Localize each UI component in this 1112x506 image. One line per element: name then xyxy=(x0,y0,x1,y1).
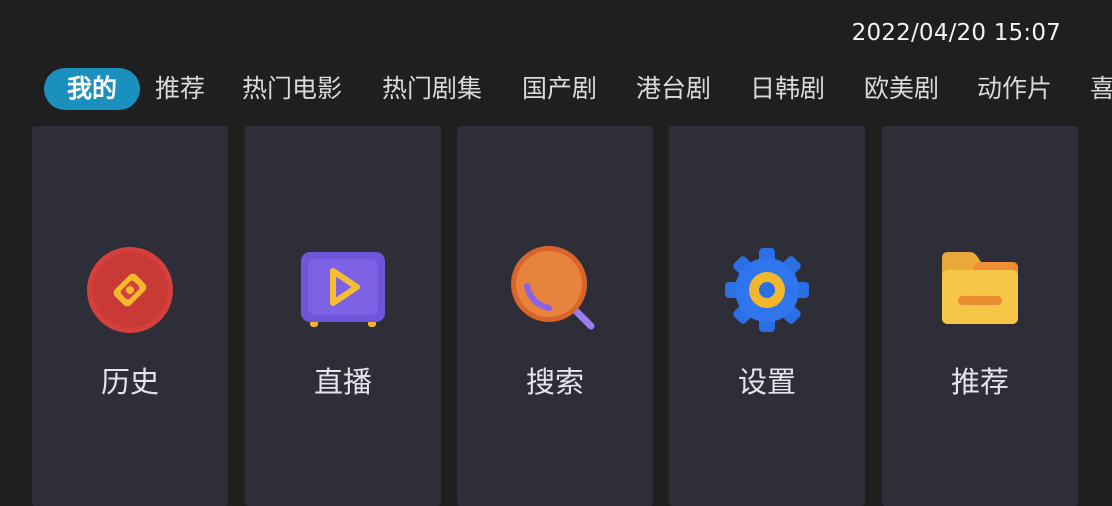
card-history[interactable]: 历史 xyxy=(32,126,228,506)
category-tab-bar: 我的 推荐 热门电影 热门剧集 国产剧 港台剧 日韩剧 欧美剧 动作片 喜 xyxy=(0,64,1112,114)
tab-recommended[interactable]: 推荐 xyxy=(155,64,205,114)
tab-comedy[interactable]: 喜 xyxy=(1090,64,1112,114)
card-live-label: 直播 xyxy=(313,365,372,399)
tab-domestic-drama[interactable]: 国产剧 xyxy=(522,64,597,114)
folder-icon xyxy=(942,252,1018,324)
search-icon xyxy=(511,246,595,330)
card-settings-label: 设置 xyxy=(737,365,796,399)
tv-play-icon xyxy=(301,252,385,327)
card-search-label: 搜索 xyxy=(525,365,584,399)
card-recommended-label: 推荐 xyxy=(950,365,1009,399)
tab-jp-kr-drama[interactable]: 日韩剧 xyxy=(750,64,825,114)
card-recommended[interactable]: 推荐 xyxy=(882,126,1078,506)
tab-mine[interactable]: 我的 xyxy=(44,68,140,110)
tab-action-movies[interactable]: 动作片 xyxy=(977,64,1052,114)
tab-hot-movies[interactable]: 热门电影 xyxy=(242,64,342,114)
tab-hk-tw-drama[interactable]: 港台剧 xyxy=(636,64,711,114)
compass-icon xyxy=(87,247,173,333)
status-datetime: 2022/04/20 15:07 xyxy=(851,20,1061,46)
card-history-label: 历史 xyxy=(100,365,159,399)
gear-icon xyxy=(725,248,809,332)
tab-hot-series[interactable]: 热门剧集 xyxy=(382,64,482,114)
card-live[interactable]: 直播 xyxy=(245,126,441,506)
card-settings[interactable]: 设置 xyxy=(669,126,865,506)
card-search[interactable]: 搜索 xyxy=(457,126,653,506)
tab-western-drama[interactable]: 欧美剧 xyxy=(864,64,939,114)
